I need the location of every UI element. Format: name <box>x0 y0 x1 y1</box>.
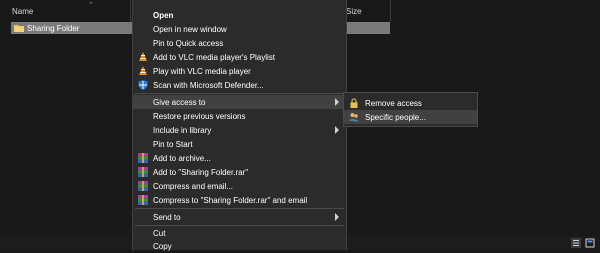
menu-item-compress-rar-email[interactable]: Compress to "Sharing Folder.rar" and ema… <box>133 193 346 207</box>
lock-icon <box>350 98 358 108</box>
menu-item-label: Pin to Start <box>153 140 193 149</box>
menu-item-label: Give access to <box>153 98 206 107</box>
people-icon <box>349 113 359 122</box>
menu-item-label: Add to VLC media player's Playlist <box>153 53 276 62</box>
menu-item-copy[interactable]: Copy <box>133 239 346 253</box>
file-name[interactable]: Sharing Folder <box>27 24 79 33</box>
winrar-icon <box>138 181 148 191</box>
menu-separator <box>135 208 344 209</box>
menu-item-label: Scan with Microsoft Defender... <box>153 81 264 90</box>
defender-icon <box>138 80 148 90</box>
submenu-item-label: Remove access <box>365 99 422 108</box>
menu-item-add-rar[interactable]: Add to "Sharing Folder.rar" <box>133 165 346 179</box>
give-access-submenu: Remove access Specific people... <box>343 92 478 127</box>
menu-item-add-archive[interactable]: Add to archive... <box>133 151 346 165</box>
winrar-icon <box>138 153 148 163</box>
column-divider[interactable] <box>390 0 391 22</box>
submenu-item-label: Specific people... <box>365 113 426 122</box>
menu-separator <box>135 93 344 94</box>
vlc-icon <box>139 66 147 75</box>
menu-item-label: Restore previous versions <box>153 112 246 121</box>
chevron-right-icon <box>335 126 339 134</box>
menu-item-restore-versions[interactable]: Restore previous versions <box>133 109 346 123</box>
submenu-item-specific-people[interactable]: Specific people... <box>344 110 477 124</box>
tiles-view-icon[interactable] <box>585 238 595 248</box>
column-header-size[interactable]: Size <box>346 7 362 16</box>
menu-item-label: Add to archive... <box>153 154 211 163</box>
menu-item-label: Compress and email... <box>153 182 234 191</box>
menu-item-open-new-window[interactable]: Open in new window <box>133 22 346 36</box>
menu-item-give-access[interactable]: Give access to <box>133 95 346 109</box>
menu-item-pin-start[interactable]: Pin to Start <box>133 137 346 151</box>
context-menu: Open Open in new window Pin to Quick acc… <box>132 0 347 253</box>
menu-item-label: Send to <box>153 213 181 222</box>
menu-item-label: Open in new window <box>153 25 227 34</box>
menu-item-cut[interactable]: Cut <box>133 226 346 240</box>
menu-item-defender-scan[interactable]: Scan with Microsoft Defender... <box>133 78 346 92</box>
menu-item-compress-email[interactable]: Compress and email... <box>133 179 346 193</box>
menu-item-vlc-playlist[interactable]: Add to VLC media player's Playlist <box>133 50 346 64</box>
vlc-icon <box>139 52 147 61</box>
menu-item-label: Add to "Sharing Folder.rar" <box>153 168 249 177</box>
menu-item-open[interactable]: Open <box>133 8 346 22</box>
column-divider[interactable] <box>130 0 131 22</box>
menu-item-label: Cut <box>153 229 166 238</box>
chevron-right-icon <box>335 213 339 221</box>
winrar-icon <box>138 195 148 205</box>
submenu-item-remove-access[interactable]: Remove access <box>344 96 477 110</box>
menu-item-send-to[interactable]: Send to <box>133 210 346 224</box>
menu-item-label: Pin to Quick access <box>153 39 224 48</box>
details-view-icon[interactable] <box>571 238 581 248</box>
menu-item-label: Open <box>153 11 174 20</box>
chevron-right-icon <box>335 98 339 106</box>
sort-chevron-icon: ⌃ <box>88 2 94 9</box>
menu-item-include-library[interactable]: Include in library <box>133 123 346 137</box>
menu-item-pin-quick-access[interactable]: Pin to Quick access <box>133 36 346 50</box>
folder-icon <box>14 25 24 32</box>
menu-item-label: Play with VLC media player <box>153 67 251 76</box>
column-header-name[interactable]: Name <box>12 7 33 16</box>
menu-item-label: Include in library <box>153 126 212 135</box>
winrar-icon <box>138 167 148 177</box>
menu-item-vlc-play[interactable]: Play with VLC media player <box>133 64 346 78</box>
menu-item-label: Compress to "Sharing Folder.rar" and ema… <box>153 196 308 205</box>
